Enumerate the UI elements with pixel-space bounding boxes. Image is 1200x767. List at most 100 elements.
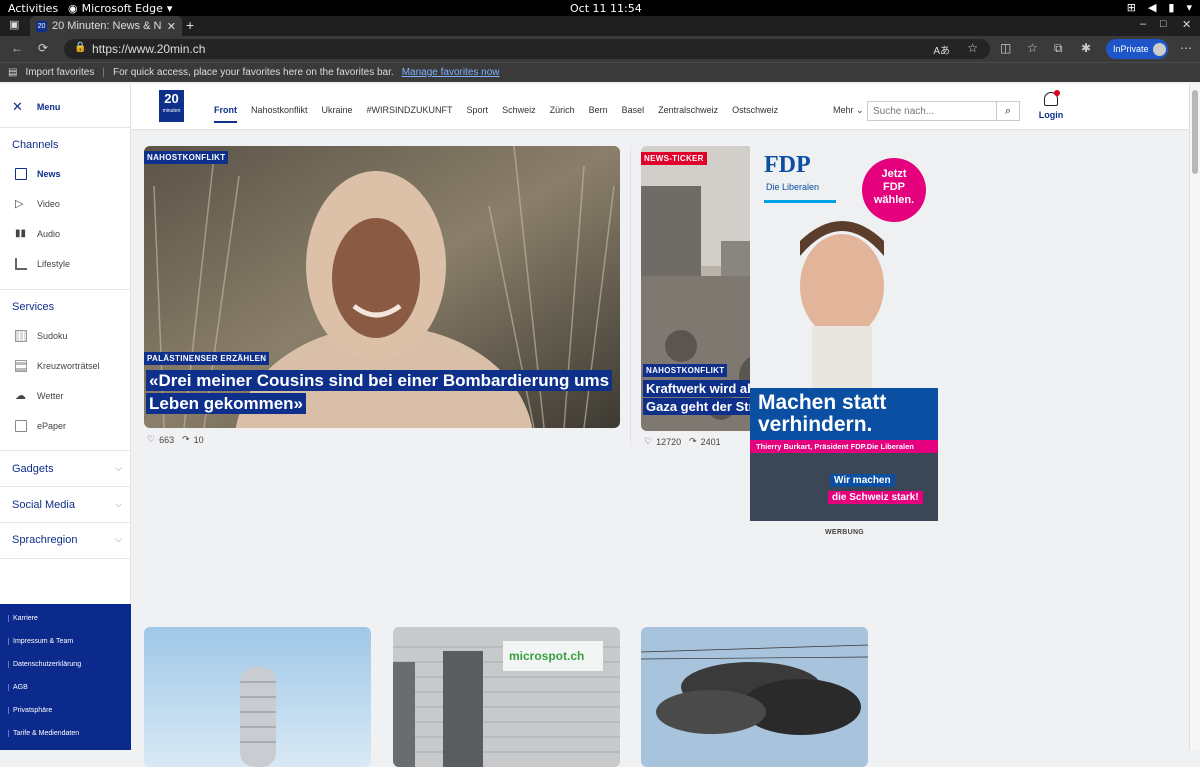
- import-favorites-button[interactable]: Import favorites: [25, 67, 94, 78]
- more-nav-button[interactable]: Mehr ⌄: [833, 105, 864, 116]
- import-favorites-icon: ▤: [8, 67, 18, 78]
- footer-link-privacy-statement[interactable]: Datenschutzerklärung: [8, 661, 81, 668]
- chevron-down-icon: ⌵: [115, 499, 122, 509]
- chevron-down-icon: ⌵: [115, 463, 122, 473]
- ad-claim-2: die Schweiz stark!: [828, 491, 923, 504]
- cloud-icon: ☁: [15, 390, 26, 402]
- nav-wirsindzukunft[interactable]: #WIRSINDZUKUNFT: [367, 105, 453, 123]
- clock[interactable]: Oct 11 11:54: [570, 2, 642, 15]
- nav-nahostkonflikt[interactable]: Nahostkonflikt: [251, 105, 308, 123]
- maximize-icon[interactable]: □: [1160, 18, 1167, 30]
- more-label: Mehr: [833, 105, 854, 115]
- menu-toggle[interactable]: ✕ Menu: [12, 99, 60, 115]
- scrollbar-thumb[interactable]: [1192, 90, 1198, 174]
- power-menu-icon: ▾: [1186, 1, 1192, 14]
- nav-front[interactable]: Front: [214, 105, 237, 123]
- close-tab-icon[interactable]: ✕: [167, 20, 176, 33]
- favorite-star-icon[interactable]: ☆: [967, 41, 978, 55]
- read-aloud-icon[interactable]: Aあ: [933, 42, 950, 57]
- collapsible-label: Sprachregion: [12, 534, 78, 546]
- sidebar-item-video[interactable]: ▷ Video: [15, 198, 60, 210]
- activities-button[interactable]: Activities: [8, 2, 58, 15]
- chevron-down-icon: ⌄: [856, 105, 864, 115]
- extensions-icon[interactable]: ✱: [1081, 41, 1091, 55]
- article-card-main[interactable]: NAHOSTKONFLIKT PALÄSTINENSER ERZÄHLEN «D…: [144, 146, 620, 428]
- edge-icon: ◉: [68, 2, 78, 15]
- sidebar-item-lifestyle[interactable]: Lifestyle: [15, 258, 70, 270]
- browser-tab-bar: ▣ 20 20 Minuten: News & Nach ✕ + – □ ✕: [0, 16, 1200, 36]
- reactions[interactable]: ♡ 12720: [644, 436, 681, 447]
- login-label: Login: [1038, 110, 1064, 120]
- ticker-tag[interactable]: NEWS-TICKER: [641, 152, 707, 165]
- close-icon: ✕: [12, 99, 23, 114]
- nav-sport[interactable]: Sport: [467, 105, 489, 123]
- nav-zuerich[interactable]: Zürich: [550, 105, 575, 123]
- search-icon[interactable]: ⌕: [996, 101, 1020, 121]
- footer-link-agb[interactable]: AGB: [8, 684, 28, 691]
- sidebar-social-media-toggle[interactable]: Social Media ⌵: [12, 499, 122, 511]
- footer-link-rates[interactable]: Tarife & Mediendaten: [8, 730, 79, 737]
- ad-label: WERBUNG: [825, 529, 865, 536]
- sidebar-item-label: ePaper: [37, 421, 67, 431]
- app-name: Microsoft Edge: [81, 2, 163, 15]
- reaction-count: 12720: [656, 436, 682, 447]
- sidebar-item-crossword[interactable]: Kreuzworträtsel: [15, 360, 100, 372]
- headline-text: «Drei meiner Cousins sind bei einer Bomb…: [146, 370, 613, 414]
- nav-schweiz[interactable]: Schweiz: [502, 105, 536, 123]
- 20min-logo[interactable]: 20 minuten: [159, 90, 184, 122]
- inprivate-badge[interactable]: InPrivate: [1106, 39, 1168, 59]
- back-icon[interactable]: ←: [11, 41, 23, 55]
- article-headline[interactable]: «Drei meiner Cousins sind bei einer Bomb…: [146, 370, 616, 416]
- chevron-down-icon: ⌵: [115, 534, 122, 544]
- split-screen-icon[interactable]: ◫: [1000, 41, 1011, 55]
- reaction-icon: ♡: [147, 434, 156, 444]
- sidebar-gadgets-toggle[interactable]: Gadgets ⌵: [12, 463, 122, 475]
- sidebar-item-news[interactable]: News: [15, 168, 61, 180]
- article-card-tower[interactable]: [144, 627, 371, 767]
- sidebar-language-region-toggle[interactable]: Sprachregion ⌵: [12, 534, 122, 546]
- crossword-icon: [15, 360, 27, 372]
- lock-icon[interactable]: 🔒: [74, 42, 86, 53]
- 20min-favicon: 20: [36, 20, 47, 32]
- nav-zentralschweiz[interactable]: Zentralschweiz: [658, 105, 718, 123]
- divider: [0, 486, 131, 487]
- favorites-icon[interactable]: ☆: [1027, 41, 1038, 55]
- sidebar-item-epaper[interactable]: ePaper: [15, 420, 66, 432]
- shares[interactable]: ↷ 10: [182, 434, 204, 445]
- article-stats: ♡ 663 ↷ 10: [147, 434, 204, 445]
- app-menu[interactable]: ◉ Microsoft Edge ▾: [68, 2, 172, 15]
- footer-link-karriere[interactable]: Karriere: [8, 615, 38, 622]
- footer-link-impressum[interactable]: Impressum & Team: [8, 638, 73, 645]
- page-scrollbar[interactable]: [1189, 84, 1200, 750]
- reactions[interactable]: ♡ 663: [147, 434, 174, 445]
- address-bar[interactable]: 🔒 https://www.20min.ch Aあ ☆: [64, 39, 990, 59]
- new-tab-icon[interactable]: +: [186, 17, 194, 33]
- nav-ostschweiz[interactable]: Ostschweiz: [732, 105, 778, 123]
- system-tray[interactable]: ⊞ ◀ ▮ ▾: [1127, 1, 1192, 14]
- tab-actions-icon[interactable]: ▣: [9, 18, 19, 31]
- sidebar-item-audio[interactable]: ▮▮ Audio: [15, 228, 60, 240]
- collections-icon[interactable]: ⧉: [1054, 41, 1063, 56]
- nav-bern[interactable]: Bern: [589, 105, 608, 123]
- close-window-icon[interactable]: ✕: [1182, 18, 1191, 31]
- browser-tab-active[interactable]: 20 20 Minuten: News & Nach ✕: [30, 16, 182, 36]
- article-card-smoke[interactable]: [641, 627, 868, 767]
- nav-ukraine[interactable]: Ukraine: [322, 105, 353, 123]
- sidebar-item-sudoku[interactable]: Sudoku: [15, 330, 68, 342]
- login-button[interactable]: Login: [1038, 90, 1064, 120]
- minimize-icon[interactable]: –: [1140, 18, 1146, 30]
- refresh-icon[interactable]: ⟳: [38, 41, 48, 55]
- fdp-advertisement[interactable]: FDP Die Liberalen Jetzt FDP wählen. Mach…: [750, 146, 938, 521]
- nav-basel[interactable]: Basel: [622, 105, 645, 123]
- sidebar-item-weather[interactable]: ☁ Wetter: [15, 390, 63, 402]
- more-options-icon[interactable]: ⋯: [1180, 41, 1192, 55]
- shares[interactable]: ↷ 2401: [689, 436, 721, 447]
- article-kicker: NAHOSTKONFLIKT: [643, 364, 728, 377]
- sidebar-item-label: Wetter: [37, 391, 64, 401]
- article-tag[interactable]: NAHOSTKONFLIKT: [144, 151, 229, 164]
- sidebar-item-label: Sudoku: [37, 331, 68, 341]
- ad-party-sub: Die Liberalen: [766, 182, 820, 192]
- article-card-microspot[interactable]: microspot.ch: [393, 627, 620, 767]
- manage-favorites-link[interactable]: Manage favorites now: [402, 67, 500, 78]
- footer-link-privacy[interactable]: Privatsphäre: [8, 707, 52, 714]
